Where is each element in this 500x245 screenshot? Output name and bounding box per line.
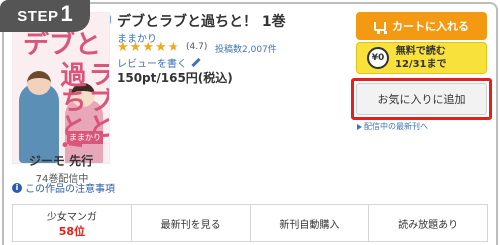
star-icon: ★ <box>167 40 180 55</box>
star-icon: ★ <box>142 40 154 55</box>
cover-title-line1: デブと <box>23 30 102 60</box>
latest-delivery-label: 配信中の最新刊へ <box>364 122 428 131</box>
star-icon: ★ <box>154 40 167 55</box>
star-icon: ★ <box>129 40 142 55</box>
unlimited-button[interactable]: 読み放題あり <box>369 205 487 241</box>
latest-delivery-link[interactable]: 配信中の最新刊へ <box>357 121 428 132</box>
add-to-cart-label: カートに入れる <box>392 20 469 33</box>
read-free-line2: 12/31まで <box>395 59 447 70</box>
step-number: 1 <box>60 1 73 26</box>
genre-rank[interactable]: 少女マンガ 58位 <box>13 205 132 241</box>
star-rating: ★ ★ ★ ★ ★ <box>117 41 179 55</box>
notes-link[interactable]: i この作品の注意事項 <box>12 180 115 195</box>
price: 150pt/165円(税込) <box>117 71 233 85</box>
rank-value: 58位 <box>58 224 86 238</box>
cover-bottom-author: ジーモ 先行 <box>28 154 94 168</box>
latest-volume-button[interactable]: 最新刊を見る <box>132 205 251 241</box>
review-count-link[interactable]: 投稿数2,007件 <box>215 42 277 55</box>
info-icon: i <box>12 182 22 193</box>
step-badge: STEP 1 <box>0 0 90 32</box>
star-icon: ★ <box>117 40 129 55</box>
cover-title-line2: ラブと過ちと! <box>56 61 110 151</box>
book-title: デブとラブと過ちと！ 1巻 <box>117 14 286 30</box>
genre-label: 少女マンガ <box>46 211 97 223</box>
auto-buy-button[interactable]: 新刊自動購入 <box>251 205 370 241</box>
coin-icon: ¥0 <box>367 47 389 69</box>
write-review-link[interactable]: レビューを書く <box>117 55 201 70</box>
cover-author-tag: ままかり <box>67 131 103 144</box>
cover-head-left <box>27 71 51 95</box>
pencil-icon <box>191 57 201 68</box>
book-cover[interactable]: デブと ラブと過ちと! ままかり <box>12 12 110 164</box>
write-review-label: レビューを書く <box>117 59 187 70</box>
highlight-box <box>351 78 492 120</box>
cart-icon <box>374 21 387 34</box>
add-to-cart-button[interactable]: カートに入れる <box>356 12 487 40</box>
read-free-text: 無料で読む 12/31まで <box>395 45 446 71</box>
arrow-right-icon <box>357 123 362 130</box>
cover-figure-left <box>19 83 59 163</box>
read-free-button[interactable]: ¥0 無料で読む 12/31まで <box>356 42 487 74</box>
rating-value: (4.7) <box>186 42 208 52</box>
notes-link-label: この作品の注意事項 <box>25 184 115 195</box>
step-label: STEP <box>17 8 59 25</box>
bottom-action-bar: 少女マンガ 58位 最新刊を見る 新刊自動購入 読み放題あり <box>12 204 488 242</box>
read-free-line1: 無料で読む <box>395 46 446 57</box>
